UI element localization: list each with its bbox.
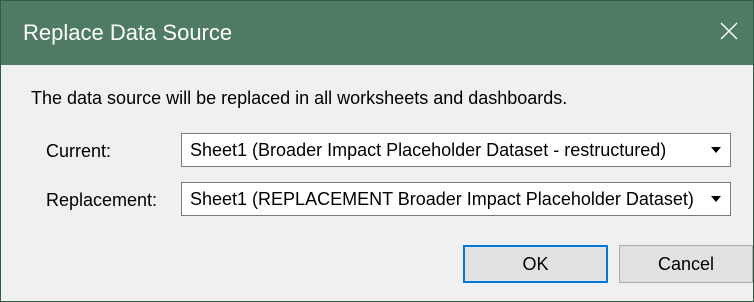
ok-button[interactable]: OK <box>463 245 608 283</box>
current-source-dropdown[interactable]: Sheet1 (Broader Impact Placeholder Datas… <box>181 133 731 167</box>
current-source-value: Sheet1 (Broader Impact Placeholder Datas… <box>190 140 667 160</box>
info-message: The data source will be replaced in all … <box>31 88 568 108</box>
chevron-down-icon <box>702 183 730 215</box>
replacement-source-value: Sheet1 (REPLACEMENT Broader Impact Place… <box>190 189 694 209</box>
replace-data-source-dialog: Replace Data Source The data source will… <box>0 0 754 302</box>
close-icon <box>720 22 738 45</box>
replacement-source-dropdown[interactable]: Sheet1 (REPLACEMENT Broader Impact Place… <box>181 182 731 216</box>
current-label: Current: <box>46 141 112 161</box>
cancel-button[interactable]: Cancel <box>619 245 753 283</box>
dialog-title: Replace Data Source <box>23 20 233 45</box>
title-bar[interactable]: Replace Data Source <box>1 1 753 65</box>
replacement-label: Replacement: <box>46 190 158 210</box>
close-button[interactable] <box>705 1 753 65</box>
chevron-down-icon <box>702 134 730 166</box>
